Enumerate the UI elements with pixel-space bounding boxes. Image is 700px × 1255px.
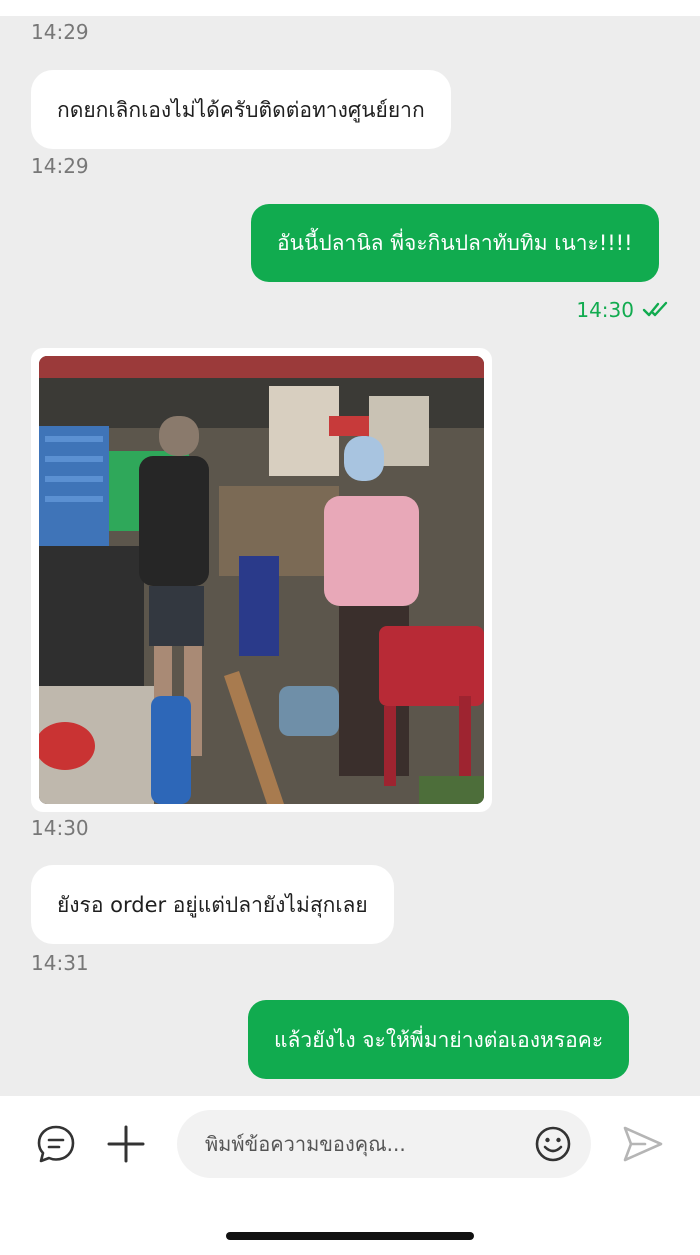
message-input-box[interactable]	[177, 1110, 591, 1178]
message-input[interactable]	[205, 1110, 525, 1178]
outgoing-message[interactable]: แล้วยังไง จะให้พี่มาย่างต่อเองหรอคะ	[248, 1000, 630, 1079]
message-text: กดยกเลิกเองไม่ได้ครับติดต่อทางศูนย์ยาก	[57, 97, 425, 122]
message-text: อันนี้ปลานิล พี่จะกินปลาทับทิม เนาะ!!!!	[277, 231, 633, 255]
composer-bar	[0, 1096, 700, 1255]
send-icon[interactable]	[620, 1122, 666, 1166]
outgoing-meta: 14:30	[576, 298, 670, 322]
message-timestamp: 14:29	[31, 20, 89, 44]
message-timestamp: 14:30	[576, 298, 634, 322]
message-text: ยังรอ order อยู่แต่ปลายังไม่สุกเลย	[57, 892, 368, 917]
outgoing-message[interactable]: อันนี้ปลานิล พี่จะกินปลาทับทิม เนาะ!!!!	[251, 204, 659, 282]
shared-photo[interactable]	[39, 356, 484, 804]
incoming-message[interactable]: ยังรอ order อยู่แต่ปลายังไม่สุกเลย	[31, 865, 394, 944]
smiley-icon[interactable]	[533, 1124, 573, 1164]
double-check-icon	[642, 298, 670, 322]
message-timestamp: 14:31	[31, 951, 89, 975]
message-timestamp: 14:30	[31, 816, 89, 840]
incoming-photo-message[interactable]	[31, 348, 492, 812]
top-strip	[0, 0, 700, 16]
message-timestamp: 14:29	[31, 154, 89, 178]
chat-thread[interactable]: 14:29 กดยกเลิกเองไม่ได้ครับติดต่อทางศูนย…	[0, 16, 700, 1096]
incoming-message[interactable]: กดยกเลิกเองไม่ได้ครับติดต่อทางศูนย์ยาก	[31, 70, 451, 149]
home-indicator[interactable]	[226, 1232, 474, 1240]
message-text: แล้วยังไง จะให้พี่มาย่างต่อเองหรอคะ	[274, 1027, 604, 1052]
plus-icon[interactable]	[104, 1122, 148, 1166]
chat-bubble-icon[interactable]	[34, 1122, 78, 1166]
